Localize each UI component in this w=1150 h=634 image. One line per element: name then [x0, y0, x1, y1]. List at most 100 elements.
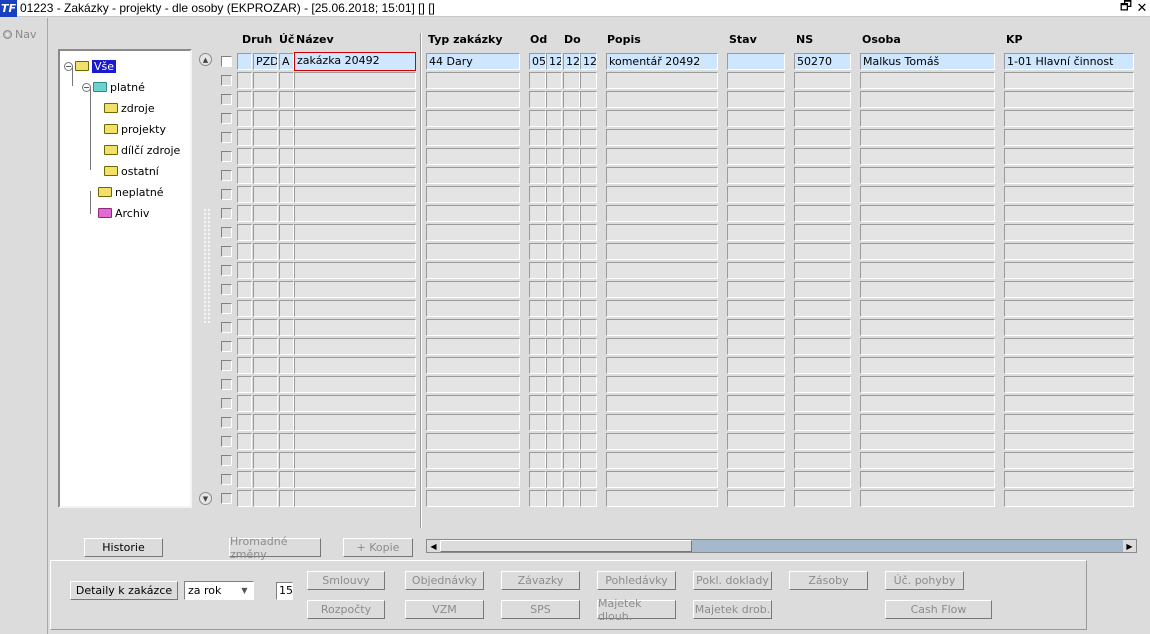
grid-cell[interactable]: [294, 319, 416, 336]
grid-cell[interactable]: [727, 167, 785, 184]
grid-cell[interactable]: [727, 433, 785, 450]
grid-cell[interactable]: [580, 338, 597, 355]
row-select-checkbox[interactable]: [221, 474, 232, 485]
grid-cell[interactable]: [237, 319, 252, 336]
grid-cell[interactable]: [727, 319, 785, 336]
grid-cell[interactable]: [546, 376, 562, 393]
cash-flow-button[interactable]: Cash Flow: [885, 600, 992, 619]
zasoby-button[interactable]: Zásoby: [789, 571, 868, 590]
majetek-drobny-button[interactable]: Majetek drob.: [693, 600, 772, 619]
cell-nazev-input[interactable]: zakázka 20492: [294, 52, 416, 71]
grid-cell[interactable]: [294, 129, 416, 146]
grid-cell[interactable]: [546, 167, 562, 184]
grid-cell[interactable]: [237, 72, 252, 89]
grid-cell[interactable]: [727, 338, 785, 355]
grid-cell[interactable]: [279, 490, 294, 507]
grid-cell[interactable]: [426, 262, 520, 279]
grid-cell[interactable]: [426, 376, 520, 393]
grid-cell[interactable]: [580, 167, 597, 184]
grid-cell[interactable]: [1004, 110, 1134, 127]
grid-cell[interactable]: [606, 300, 718, 317]
scroll-up-icon[interactable]: ▲: [199, 53, 212, 66]
grid-cell[interactable]: [237, 148, 252, 165]
grid-cell[interactable]: [860, 224, 995, 241]
grid-cell[interactable]: [294, 186, 416, 203]
grid-cell[interactable]: [279, 205, 294, 222]
grid-cell[interactable]: [563, 262, 580, 279]
grid-cell[interactable]: [253, 224, 278, 241]
cell-uc[interactable]: A: [279, 53, 294, 70]
grid-cell[interactable]: [426, 72, 520, 89]
period-number-field[interactable]: 15: [276, 582, 293, 600]
grid-cell[interactable]: [860, 471, 995, 488]
grid-cell[interactable]: [860, 319, 995, 336]
grid-cell[interactable]: [1004, 205, 1134, 222]
grid-cell[interactable]: [426, 167, 520, 184]
grid-cell[interactable]: [794, 186, 851, 203]
tree-node-ostatni[interactable]: ostatní: [104, 163, 159, 179]
cell-od-1[interactable]: 05: [529, 53, 546, 70]
grid-cell[interactable]: [279, 452, 294, 469]
scroll-down-icon[interactable]: ▼: [199, 492, 212, 505]
grid-cell[interactable]: [546, 72, 562, 89]
grid-cell[interactable]: [253, 110, 278, 127]
row-select-checkbox[interactable]: [221, 322, 232, 333]
grid-cell[interactable]: [794, 281, 851, 298]
grid-cell[interactable]: [529, 281, 546, 298]
cell-popis[interactable]: komentář 20492: [606, 53, 718, 70]
grid-cell[interactable]: [794, 490, 851, 507]
collapse-icon[interactable]: −: [64, 61, 73, 71]
grid-cell[interactable]: [237, 205, 252, 222]
cell-druh[interactable]: PZD: [253, 53, 278, 70]
grid-cell[interactable]: [279, 72, 294, 89]
grid-cell[interactable]: [727, 224, 785, 241]
grid-cell[interactable]: [253, 129, 278, 146]
historie-button[interactable]: Historie: [84, 538, 163, 557]
grid-cell[interactable]: [1004, 395, 1134, 412]
grid-cell[interactable]: [794, 338, 851, 355]
grid-cell[interactable]: [580, 319, 597, 336]
grid-cell[interactable]: [727, 300, 785, 317]
grid-cell[interactable]: [580, 224, 597, 241]
majetek-dlouhodoby-button[interactable]: Majetek dlouh.: [597, 597, 676, 623]
grid-cell[interactable]: [529, 452, 546, 469]
grid-cell[interactable]: [253, 452, 278, 469]
row-select-checkbox[interactable]: [221, 417, 232, 428]
grid-cell[interactable]: [253, 205, 278, 222]
grid-cell[interactable]: [860, 338, 995, 355]
scroll-grip[interactable]: [203, 208, 211, 325]
grid-cell[interactable]: [606, 319, 718, 336]
grid-cell[interactable]: [237, 91, 252, 108]
grid-cell[interactable]: [279, 376, 294, 393]
grid-cell[interactable]: [1004, 148, 1134, 165]
grid-cell[interactable]: [294, 338, 416, 355]
grid-cell[interactable]: [546, 300, 562, 317]
tree-node-neplatne[interactable]: neplatné: [98, 184, 164, 200]
restore-window-icon[interactable]: 🗗: [1118, 0, 1134, 16]
grid-cell[interactable]: [563, 72, 580, 89]
grid-cell[interactable]: [606, 490, 718, 507]
grid-cell[interactable]: [546, 338, 562, 355]
grid-cell[interactable]: [860, 395, 995, 412]
grid-cell[interactable]: [563, 490, 580, 507]
grid-cell[interactable]: [1004, 490, 1134, 507]
grid-cell[interactable]: [1004, 186, 1134, 203]
grid-cell[interactable]: [529, 395, 546, 412]
grid-cell[interactable]: [727, 243, 785, 260]
row-select-checkbox[interactable]: [221, 94, 232, 105]
grid-cell[interactable]: [580, 357, 597, 374]
grid-cell[interactable]: [426, 186, 520, 203]
row-select-checkbox[interactable]: [221, 151, 232, 162]
grid-cell[interactable]: [606, 433, 718, 450]
grid-cell[interactable]: [606, 357, 718, 374]
grid-cell[interactable]: [580, 243, 597, 260]
hromadne-zmeny-button[interactable]: Hromadné změny: [229, 535, 321, 561]
grid-cell[interactable]: [1004, 129, 1134, 146]
grid-cell[interactable]: [279, 167, 294, 184]
grid-cell[interactable]: [529, 224, 546, 241]
grid-cell[interactable]: [426, 357, 520, 374]
row-select-checkbox[interactable]: [221, 379, 232, 390]
grid-cell[interactable]: [529, 357, 546, 374]
grid-cell[interactable]: [426, 110, 520, 127]
grid-cell[interactable]: [294, 471, 416, 488]
